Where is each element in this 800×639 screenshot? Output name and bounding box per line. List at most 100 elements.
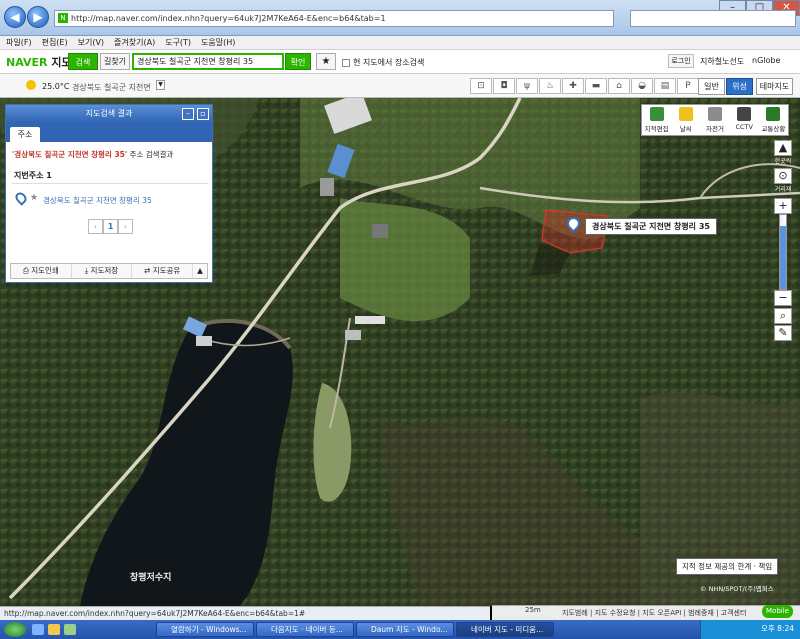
star-icon[interactable]: ★ (30, 193, 38, 203)
page-1-button[interactable]: 1 (103, 219, 118, 234)
current-location: 경상북도 칠곡군 지천면 (72, 83, 151, 92)
hotel-icon[interactable]: ⌂ (608, 78, 630, 94)
result-address-link[interactable]: 경상북도 칠곡군 지천면 창평리 35 (43, 195, 152, 206)
cadastral-notice-button[interactable]: 지적 정보 제공의 한계 · 책임 (676, 558, 779, 575)
category-icons: ⊡ ◘ ψ ♨ ✚ ▬ ⌂ ◒ ▤ P ⛽ (470, 78, 723, 94)
hospital-icon[interactable]: ✚ (562, 78, 584, 94)
panel-close-button[interactable]: ▫ (197, 108, 209, 120)
current-map-search-option[interactable]: 현 지도에서 장소검색 (342, 57, 424, 68)
cctv-label: CCTV (735, 123, 753, 131)
start-button[interactable] (4, 622, 26, 637)
magnifier-icon[interactable]: ⌕ (774, 308, 792, 324)
parking-icon[interactable]: P (677, 78, 699, 94)
cadastral-map-tool[interactable]: 지적편집도 (642, 105, 671, 143)
pagination: ‹ 1 › (88, 219, 133, 234)
search-result-panel: 지도검색 결과 – ▫ 주소 '경상북도 칠곡군 지천면 창평리 35' 주소 … (5, 104, 213, 283)
pan-up-button[interactable]: ▲ (774, 140, 792, 156)
subway-map-link[interactable]: 지하철노선도 (700, 56, 744, 67)
print-map-label: 지도인쇄 (31, 266, 59, 275)
result-suffix: 주소 검색결과 (127, 150, 174, 159)
menu-bar: 파일(F) 편집(E) 보기(V) 즐겨찾기(A) 도구(T) 도움말(H) (0, 36, 800, 50)
bicycle-label: 자전거 (706, 125, 724, 133)
bus-icon[interactable]: ⊡ (470, 78, 492, 94)
back-button[interactable]: ◀ (4, 6, 26, 28)
menu-edit[interactable]: 편집(E) (42, 36, 68, 49)
bicycle-tool[interactable]: 자전거 (700, 105, 729, 135)
zoom-in-button[interactable]: + (774, 198, 792, 214)
print-map-button[interactable]: ⎙ 지도인쇄 (11, 264, 72, 278)
cctv-tool[interactable]: CCTV (730, 105, 759, 135)
taskbar-item-1[interactable]: 열람하기 - Windows... (156, 622, 254, 637)
favorite-star-button[interactable]: ★ (316, 53, 336, 70)
shopping-icon[interactable]: ◒ (631, 78, 653, 94)
search-tab-button[interactable]: 검색 (68, 53, 98, 70)
tab-address[interactable]: 주소 (10, 127, 40, 142)
site-favicon-icon: N (58, 13, 68, 23)
ie-quicklaunch-icon[interactable] (32, 624, 44, 635)
location-pin-icon (13, 190, 29, 206)
distance-tool[interactable]: 거리재 (771, 184, 795, 193)
map-marker-label[interactable]: 경상북도 칠곡군 지천면 창평리 35 (585, 218, 717, 235)
taskbar-item-3[interactable]: Daum 지도 - Windo... (356, 622, 454, 637)
app-quicklaunch-icon[interactable] (64, 624, 76, 635)
expand-icon[interactable]: ▲ (193, 264, 208, 278)
mobile-button[interactable]: Mobile (762, 605, 793, 618)
map-layer-tools: 지적편집도 날씨 자전거 CCTV 교통상황 (641, 104, 789, 143)
cafe-icon[interactable]: ♨ (539, 78, 561, 94)
subway-icon[interactable]: ◘ (493, 78, 515, 94)
zoom-slider-fill (780, 226, 786, 289)
ruler-icon[interactable]: ✎ (774, 325, 792, 341)
view-general-button[interactable]: 일반 (698, 78, 725, 95)
share-map-label: 지도공유 (152, 266, 181, 275)
next-page-button[interactable]: › (118, 219, 133, 234)
route-tab-button[interactable]: 길찾기 (100, 53, 130, 70)
status-bar-url: http://map.naver.com/index.nhn?query=64u… (0, 606, 490, 620)
cadastral-label: 지적편집도 (644, 125, 669, 143)
address-bar[interactable]: http://map.naver.com/index.nhn?query=64u… (54, 10, 614, 27)
taskbar-item-2[interactable]: 다음지도 · 네이버 등... (256, 622, 354, 637)
traffic-icon (766, 107, 781, 121)
save-map-label: 지도저장 (90, 266, 119, 275)
map-search-input[interactable]: 경상북도 칠곡군 지천면 창평리 35 (132, 53, 284, 70)
traffic-label: 교통상황 (761, 125, 786, 133)
divider (12, 183, 208, 184)
view-satellite-button[interactable]: 위성 (726, 78, 753, 95)
save-map-button[interactable]: ⤓ 지도저장 (71, 264, 133, 278)
current-map-search-checkbox[interactable] (342, 58, 350, 67)
browser-search-input[interactable] (630, 10, 796, 27)
current-map-search-label: 현 지도에서 장소검색 (353, 58, 425, 67)
menu-file[interactable]: 파일(F) (6, 36, 32, 49)
menu-help[interactable]: 도움말(H) (201, 36, 235, 49)
prev-page-button[interactable]: ‹ (88, 219, 103, 234)
bank-icon[interactable]: ▤ (654, 78, 676, 94)
result-query: '경상북도 칠곡군 지천면 창평리 35' (12, 150, 128, 159)
menu-favorites[interactable]: 즐겨찾기(A) (114, 36, 155, 49)
one-spot-tool[interactable]: 한곳씩 (771, 156, 795, 165)
lot-address-label: 지번주소 1 (14, 171, 52, 180)
distance-icon[interactable]: ⊙ (774, 168, 792, 184)
taskbar-item-4[interactable]: 네이버 지도 - 미디움... (456, 622, 554, 637)
traffic-tool[interactable]: 교통상황 (759, 105, 788, 135)
bicycle-icon (708, 107, 722, 121)
menu-view[interactable]: 보기(V) (78, 36, 104, 49)
view-theme-button[interactable]: 테마지도 (756, 78, 793, 95)
nglobe-link[interactable]: nGlobe (752, 56, 780, 65)
result-summary: '경상북도 칠곡군 지천면 창평리 35' 주소 검색결과 (12, 149, 173, 160)
confirm-button[interactable]: 확인 (285, 53, 311, 70)
folder-quicklaunch-icon[interactable] (48, 624, 60, 635)
naver-map-logo[interactable]: NAVER 지도 (6, 54, 72, 70)
map-copyright: © NHN/SPOT/(주)맵퍼스 (700, 585, 774, 593)
menu-tools[interactable]: 도구(T) (165, 36, 191, 49)
share-map-button[interactable]: ⇄ 지도공유 (132, 264, 194, 278)
restaurant-icon[interactable]: ψ (516, 78, 538, 94)
cctv-icon (737, 107, 752, 121)
login-button[interactable]: 로그인 (668, 54, 694, 68)
panel-minimize-button[interactable]: – (182, 108, 194, 120)
zoom-out-button[interactable]: − (774, 290, 792, 306)
weather-tool[interactable]: 날씨 (671, 105, 700, 135)
sun-icon (26, 80, 36, 90)
system-tray-clock: 오후 8:24 (700, 620, 800, 639)
car-icon[interactable]: ▬ (585, 78, 607, 94)
forward-button[interactable]: ▶ (27, 6, 49, 28)
location-dropdown-icon[interactable]: ▼ (156, 80, 165, 90)
